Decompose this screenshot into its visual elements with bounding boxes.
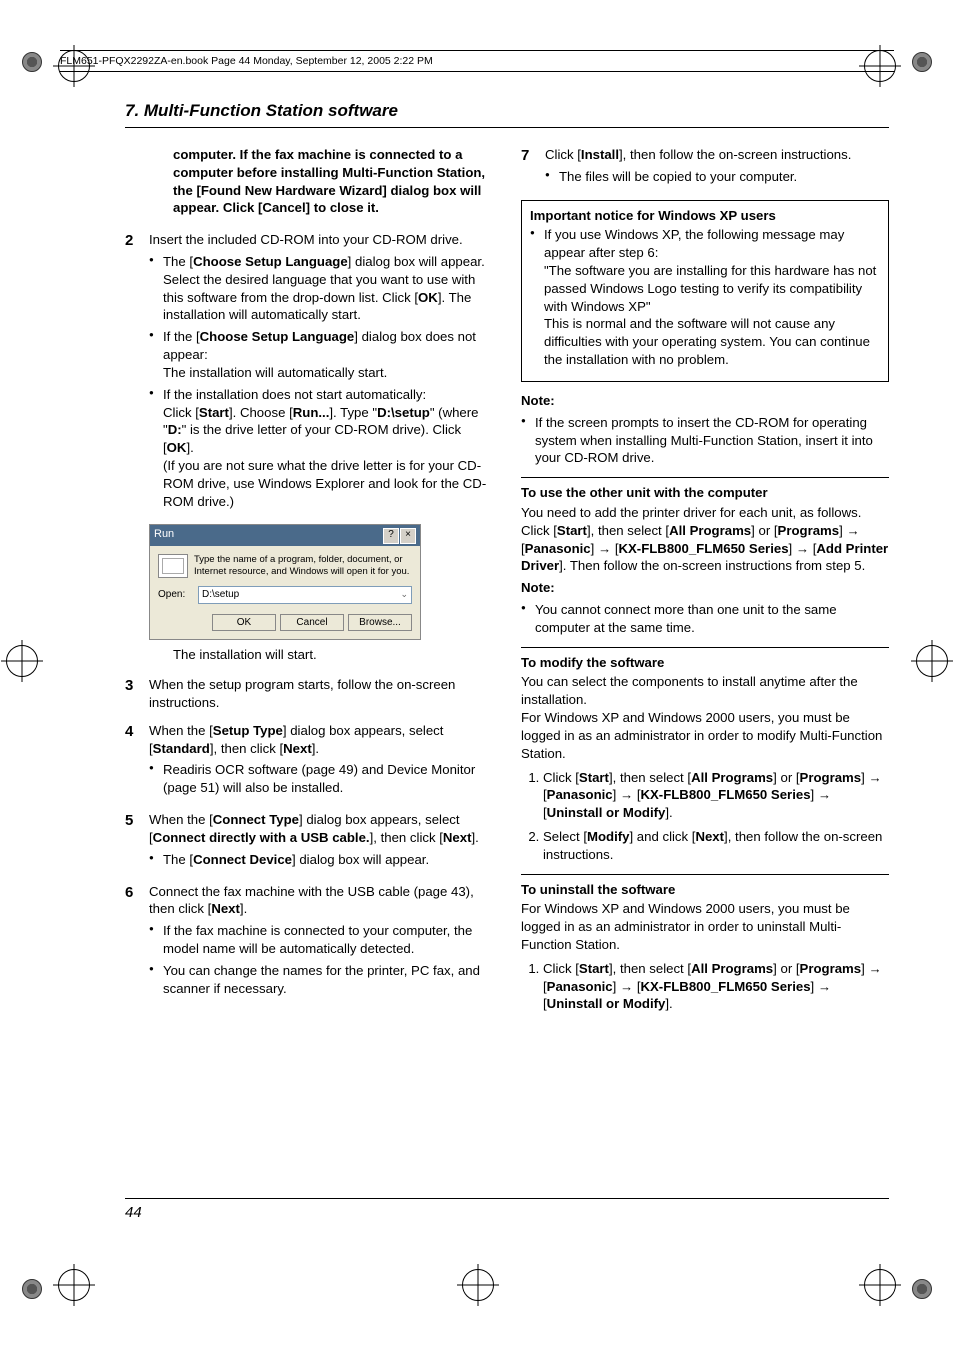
list-item: Click [Start], then select [All Programs… — [543, 769, 889, 822]
right-column: 7 Click [Install], then follow the on-sc… — [521, 146, 889, 1019]
step-number: 4 — [125, 722, 149, 801]
list-item: The files will be copied to your compute… — [545, 168, 889, 186]
bullet-list: The [Choose Setup Language] dialog box w… — [149, 253, 493, 510]
text: The installation will start. — [125, 646, 493, 664]
close-icon[interactable]: × — [400, 528, 416, 544]
text: Click [Start], then select [All Programs… — [521, 522, 889, 575]
text: You can select the components to install… — [521, 673, 889, 709]
reg-mark — [864, 1269, 896, 1301]
step-number: 5 — [125, 811, 149, 872]
step-number: 2 — [125, 231, 149, 514]
text: For Windows XP and Windows 2000 users, y… — [521, 900, 889, 953]
subheading: To use the other unit with the computer — [521, 484, 889, 502]
step-3: 3 When the setup program starts, follow … — [125, 676, 493, 712]
run-description: Type the name of a program, folder, docu… — [194, 554, 412, 577]
important-notice: Important notice for Windows XP users If… — [521, 200, 889, 382]
open-input[interactable]: D:\setup⌄ — [198, 586, 412, 604]
help-icon[interactable]: ? — [383, 528, 399, 544]
step-body: When the [Setup Type] dialog box appears… — [149, 722, 493, 801]
step-6: 6 Connect the fax machine with the USB c… — [125, 883, 493, 1002]
reg-mark — [916, 645, 948, 677]
subheading: To modify the software — [521, 654, 889, 672]
list-item: Select [Modify] and click [Next], then f… — [543, 828, 889, 864]
divider — [521, 647, 889, 648]
reg-mark — [912, 1279, 932, 1299]
run-titlebar: Run ?× — [150, 525, 420, 546]
page: FLM651-PFQX2292ZA-en.book Page 44 Monday… — [0, 0, 954, 1351]
run-window-buttons: ?× — [382, 527, 416, 544]
subheading: To uninstall the software — [521, 881, 889, 899]
step-4: 4 When the [Setup Type] dialog box appea… — [125, 722, 493, 801]
list-item: If the [Choose Setup Language] dialog bo… — [149, 328, 493, 381]
note-label: Note: — [521, 579, 889, 597]
step-number: 6 — [125, 883, 149, 1002]
list-item: The [Choose Setup Language] dialog box w… — [149, 253, 493, 324]
header-text: FLM651-PFQX2292ZA-en.book Page 44 Monday… — [60, 55, 433, 67]
step-body: Insert the included CD-ROM into your CD-… — [149, 231, 493, 514]
step-number: 7 — [521, 146, 545, 190]
run-icon — [158, 554, 188, 578]
step-body: Click [Install], then follow the on-scre… — [545, 146, 889, 190]
text: Insert the included CD-ROM into your CD-… — [149, 232, 463, 247]
step-body: When the setup program starts, follow th… — [149, 676, 493, 712]
numbered-list: Click [Start], then select [All Programs… — [521, 960, 889, 1013]
columns: computer. If the fax machine is connecte… — [125, 146, 889, 1019]
reg-mark — [462, 1269, 494, 1301]
notice-title: Important notice for Windows XP users — [530, 207, 880, 225]
text: For Windows XP and Windows 2000 users, y… — [521, 709, 889, 762]
list-item: The [Connect Device] dialog box will app… — [149, 851, 493, 869]
chevron-down-icon[interactable]: ⌄ — [400, 588, 408, 602]
section-title: 7. Multi-Function Station software — [125, 100, 889, 128]
reg-mark — [6, 645, 38, 677]
list-item: You cannot connect more than one unit to… — [521, 601, 889, 637]
reg-mark — [912, 52, 932, 72]
page-number: 44 — [125, 1198, 889, 1223]
step-7: 7 Click [Install], then follow the on-sc… — [521, 146, 889, 190]
cancel-button[interactable]: Cancel — [280, 614, 344, 632]
list-item: If the screen prompts to insert the CD-R… — [521, 414, 889, 467]
list-item: If you use Windows XP, the following mes… — [530, 226, 880, 369]
divider — [521, 874, 889, 875]
list-item: Readiris OCR software (page 49) and Devi… — [149, 761, 493, 797]
list-item: If the fax machine is connected to your … — [149, 922, 493, 958]
divider — [521, 477, 889, 478]
reg-mark — [22, 1279, 42, 1299]
step-2: 2 Insert the included CD-ROM into your C… — [125, 231, 493, 514]
list-item: You can change the names for the printer… — [149, 962, 493, 998]
browse-button[interactable]: Browse... — [348, 614, 412, 632]
note-label: Note: — [521, 392, 889, 410]
ok-button[interactable]: OK — [212, 614, 276, 632]
intro-warning: computer. If the fax machine is connecte… — [125, 146, 493, 217]
left-column: computer. If the fax machine is connecte… — [125, 146, 493, 1019]
list-item: If the installation does not start autom… — [149, 386, 493, 511]
list-item: Click [Start], then select [All Programs… — [543, 960, 889, 1013]
text: You need to add the printer driver for e… — [521, 504, 889, 522]
run-body: Type the name of a program, folder, docu… — [150, 546, 420, 639]
reg-mark — [22, 52, 42, 72]
numbered-list: Click [Start], then select [All Programs… — [521, 769, 889, 864]
step-5: 5 When the [Connect Type] dialog box app… — [125, 811, 493, 872]
run-title-text: Run — [154, 527, 174, 544]
step-body: When the [Connect Type] dialog box appea… — [149, 811, 493, 872]
step-body: Connect the fax machine with the USB cab… — [149, 883, 493, 1002]
header-filename: FLM651-PFQX2292ZA-en.book Page 44 Monday… — [60, 50, 894, 68]
step-number: 3 — [125, 676, 149, 712]
run-dialog: Run ?× Type the name of a program, folde… — [149, 524, 421, 640]
reg-mark — [58, 1269, 90, 1301]
content-area: 7. Multi-Function Station software compu… — [125, 100, 889, 1231]
open-label: Open: — [158, 588, 192, 602]
